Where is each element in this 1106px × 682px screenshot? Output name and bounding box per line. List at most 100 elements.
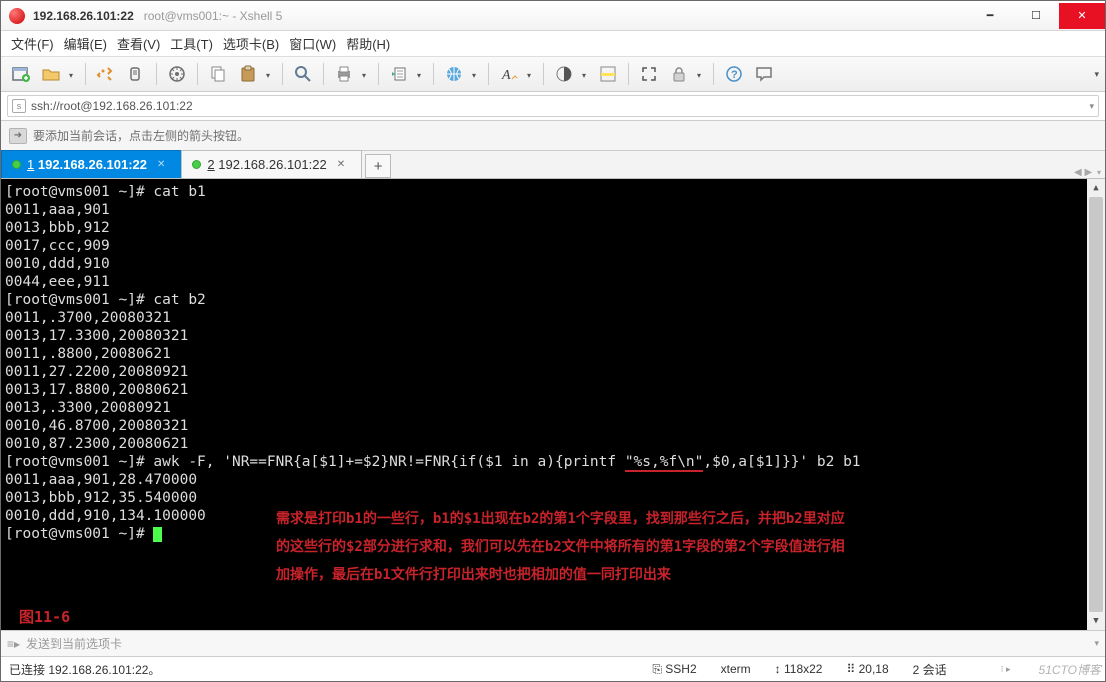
cursor-block xyxy=(153,527,162,542)
status-size: ↕ 118x22 xyxy=(775,662,823,676)
dropdown-icon[interactable]: ▾ xyxy=(582,71,590,80)
connected-indicator-icon xyxy=(12,160,21,169)
terminal-line: 0013,17.8800,20080621 xyxy=(5,382,188,398)
close-tab-icon[interactable]: ✕ xyxy=(337,159,345,170)
input-indicator-icon: ≡▸ xyxy=(7,637,20,651)
reconnect-button[interactable] xyxy=(94,63,118,85)
terminal-line: 0011,.3700,20080321 xyxy=(5,310,171,326)
svg-text:?: ? xyxy=(731,69,738,81)
terminal-line: 0017,ccc,909 xyxy=(5,238,110,254)
terminal-awk-line: [root@vms001 ~]# awk -F, 'NR==FNR{a[$1]+… xyxy=(5,454,861,472)
open-folder-button[interactable] xyxy=(39,63,63,85)
session-tab-1[interactable]: 1 192.168.26.101:22 ✕ xyxy=(1,150,182,178)
scroll-thumb[interactable] xyxy=(1089,197,1103,612)
lock-button[interactable] xyxy=(667,63,691,85)
tab-index: 1 xyxy=(27,157,34,172)
terminal-line: 0011,.8800,20080621 xyxy=(5,346,171,362)
toolbar-separator xyxy=(433,63,434,85)
maximize-button[interactable]: ☐ xyxy=(1013,3,1059,29)
menu-file[interactable]: 文件(F) xyxy=(11,34,54,53)
terminal-line: 0011,aaa,901,28.470000 xyxy=(5,472,197,488)
menu-view[interactable]: 查看(V) xyxy=(117,34,160,53)
toolbar-separator xyxy=(156,63,157,85)
copy-button[interactable] xyxy=(206,63,230,85)
scroll-track[interactable] xyxy=(1087,197,1105,612)
tab-scroll-controls[interactable]: ◀ ▶ ▾ xyxy=(1074,167,1105,178)
fullscreen-button[interactable] xyxy=(637,63,661,85)
close-tab-icon[interactable]: ✕ xyxy=(157,159,165,170)
web-button[interactable] xyxy=(442,63,466,85)
address-input[interactable]: s ssh://root@192.168.26.101:22 ▾ xyxy=(7,95,1099,117)
terminal-view[interactable]: [root@vms001 ~]# cat b1 0011,aaa,901 001… xyxy=(1,179,1105,630)
status-ssh: ⎘ SSH2 xyxy=(652,662,696,677)
dropdown-icon[interactable]: ▾ xyxy=(417,71,425,80)
input-hint: 发送到当前选项卡 xyxy=(26,635,122,652)
command-input-bar[interactable]: ≡▸ 发送到当前选项卡 ▾ xyxy=(1,630,1105,656)
menu-window[interactable]: 窗口(W) xyxy=(289,34,336,53)
terminal-line: 0011,27.2200,20080921 xyxy=(5,364,188,380)
watermark-text: 51CTO博客 xyxy=(1039,661,1101,678)
menu-tabs[interactable]: 选项卡(B) xyxy=(223,34,279,53)
print-button[interactable] xyxy=(332,63,356,85)
dropdown-icon[interactable]: ▾ xyxy=(1094,638,1099,649)
dropdown-icon[interactable]: ▾ xyxy=(527,71,535,80)
app-icon xyxy=(9,8,25,24)
xftp-button[interactable] xyxy=(387,63,411,85)
status-sessions: 2 会话 xyxy=(913,661,947,678)
figure-label: 图11-6 xyxy=(19,608,70,626)
highlight-button[interactable] xyxy=(596,63,620,85)
scroll-down-icon[interactable]: ▼ xyxy=(1087,612,1105,630)
find-button[interactable] xyxy=(291,63,315,85)
dropdown-icon[interactable]: ▾ xyxy=(1089,101,1094,112)
terminal-line: 0010,87.2300,20080621 xyxy=(5,436,188,452)
close-button[interactable]: ✕ xyxy=(1059,3,1105,29)
window-controls: ━ ☐ ✕ xyxy=(967,3,1105,29)
dropdown-icon[interactable]: ▾ xyxy=(472,71,480,80)
new-tab-button[interactable]: + xyxy=(365,154,391,178)
color-scheme-button[interactable] xyxy=(552,63,576,85)
ssh-protocol-icon: s xyxy=(12,99,26,113)
tip-text: 要添加当前会话，点击左侧的箭头按钮。 xyxy=(33,127,249,144)
toolbar-separator xyxy=(543,63,544,85)
dropdown-icon[interactable]: ▾ xyxy=(362,71,370,80)
status-connection: 已连接 192.168.26.101:22。 xyxy=(9,661,628,678)
disconnect-button[interactable] xyxy=(124,63,148,85)
feedback-button[interactable] xyxy=(752,63,776,85)
terminal-line: 0044,eee,911 xyxy=(5,274,110,290)
menu-edit[interactable]: 编辑(E) xyxy=(64,34,107,53)
menu-help[interactable]: 帮助(H) xyxy=(346,34,390,53)
help-button[interactable]: ? xyxy=(722,63,746,85)
address-bar: s ssh://root@192.168.26.101:22 ▾ xyxy=(1,92,1105,121)
toolbar-separator xyxy=(85,63,86,85)
dropdown-icon[interactable]: ▾ xyxy=(697,71,705,80)
toolbar-separator xyxy=(628,63,629,85)
terminal-line: 0013,17.3300,20080321 xyxy=(5,328,188,344)
new-terminal-button[interactable] xyxy=(9,63,33,85)
status-term: xterm xyxy=(721,662,751,676)
session-tab-strip: 1 192.168.26.101:22 ✕ 2 192.168.26.101:2… xyxy=(1,151,1105,179)
session-tab-2[interactable]: 2 192.168.26.101:22 ✕ xyxy=(181,150,362,178)
scroll-up-icon[interactable]: ▲ xyxy=(1087,179,1105,197)
dropdown-icon[interactable]: ▾ xyxy=(266,71,274,80)
terminal-line: 0011,aaa,901 xyxy=(5,202,110,218)
minimize-button[interactable]: ━ xyxy=(967,3,1013,29)
properties-button[interactable] xyxy=(165,63,189,85)
terminal-line: 0010,ddd,910 xyxy=(5,256,110,272)
tab-label: 192.168.26.101:22 xyxy=(38,157,147,172)
paste-button[interactable] xyxy=(236,63,260,85)
dropdown-icon[interactable]: ▾ xyxy=(69,71,77,80)
toolbar-separator xyxy=(197,63,198,85)
status-bar: 已连接 192.168.26.101:22。 ⎘ SSH2 xterm ↕ 11… xyxy=(1,656,1105,681)
svg-text:A: A xyxy=(501,68,511,83)
font-button[interactable]: A xyxy=(497,63,521,85)
terminal-line: 0010,46.8700,20080321 xyxy=(5,418,188,434)
tip-bar: ➜ 要添加当前会话，点击左侧的箭头按钮。 xyxy=(1,121,1105,151)
terminal-prompt: [root@vms001 ~]# xyxy=(5,526,162,542)
menu-tools[interactable]: 工具(T) xyxy=(170,34,213,53)
highlighted-printf-format: "%s,%f\n" xyxy=(625,454,704,472)
terminal-scrollbar[interactable]: ▲ ▼ xyxy=(1087,179,1105,630)
toolbar-overflow-icon[interactable]: ▾ xyxy=(1094,69,1099,80)
add-session-icon[interactable]: ➜ xyxy=(9,128,27,144)
status-more-icon[interactable]: ⁝ ▸ xyxy=(1001,664,1011,675)
status-cursor: ⠿ 20,18 xyxy=(846,662,888,676)
